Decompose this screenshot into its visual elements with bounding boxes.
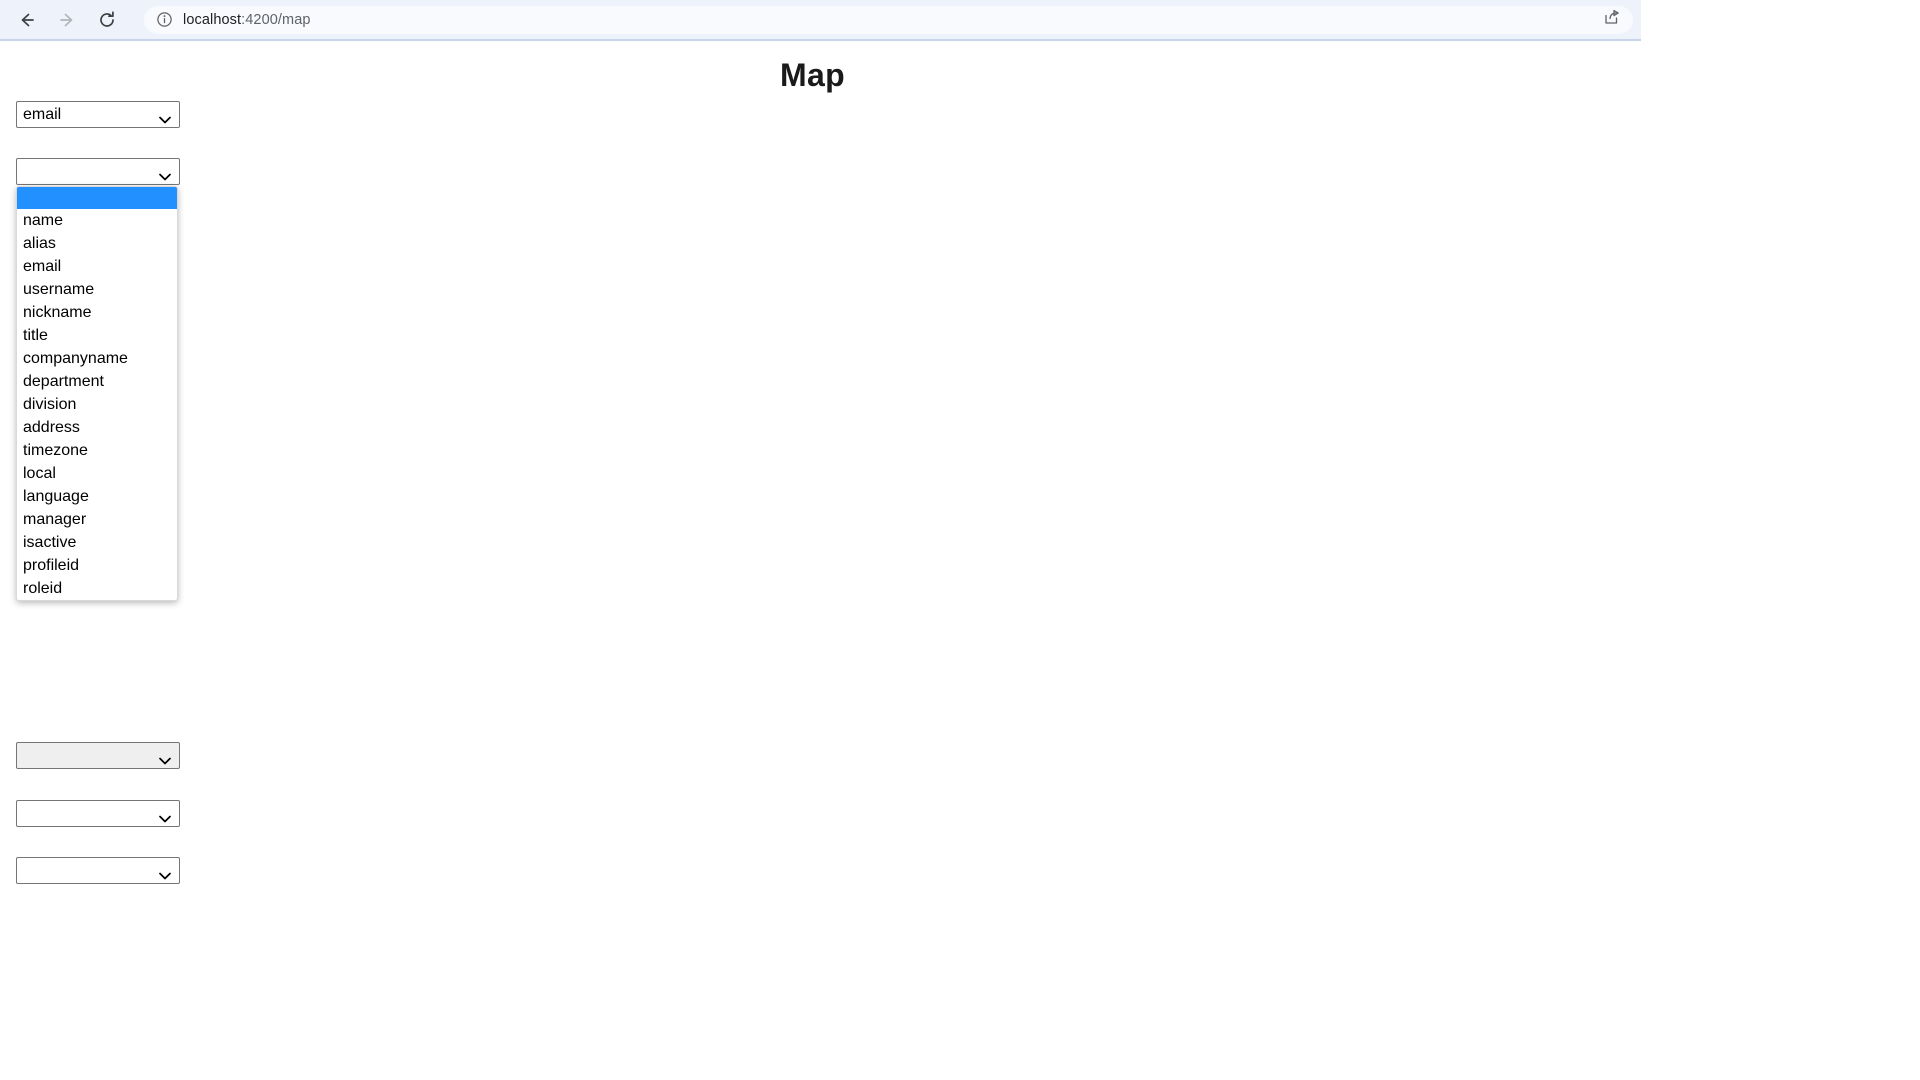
page-title: Map (780, 57, 845, 93)
browser-window: localhost:4200/map (0, 0, 1641, 41)
back-arrow-icon (17, 10, 37, 30)
select-fourth-field[interactable] (16, 800, 180, 827)
url-text: localhost:4200/map (183, 12, 1597, 28)
page-content: Map email name alias email username nickname… (0, 41, 1641, 1080)
reload-button[interactable] (90, 3, 124, 37)
dropdown-option[interactable]: name (17, 209, 177, 232)
dropdown-option[interactable]: department (17, 370, 177, 393)
dropdown-option[interactable]: email (17, 255, 177, 278)
chevron-down-icon (159, 867, 171, 879)
info-circle-icon[interactable] (156, 11, 173, 28)
select-third-field[interactable] (16, 742, 180, 769)
dropdown-option[interactable]: manager (17, 508, 177, 531)
dropdown-option[interactable]: timezone (17, 439, 177, 462)
forward-button[interactable] (50, 3, 84, 37)
forward-arrow-icon (57, 10, 77, 30)
chevron-down-icon (159, 111, 171, 123)
dropdown-option[interactable] (17, 187, 177, 209)
dropdown-option[interactable]: language (17, 485, 177, 508)
select-fifth-field[interactable] (16, 857, 180, 884)
chevron-down-icon (159, 810, 171, 822)
dropdown-option[interactable]: nickname (17, 301, 177, 324)
dropdown-option[interactable]: title (17, 324, 177, 347)
dropdown-option[interactable]: roleid (17, 577, 177, 600)
select-source-field-value: email (23, 106, 62, 123)
share-icon (1603, 8, 1621, 31)
dropdown-option[interactable]: companyname (17, 347, 177, 370)
share-button[interactable] (1597, 6, 1627, 34)
select-source-field[interactable]: email (16, 101, 180, 128)
dropdown-option[interactable]: isactive (17, 531, 177, 554)
dropdown-option[interactable]: local (17, 462, 177, 485)
dropdown-option[interactable]: division (17, 393, 177, 416)
dropdown-option[interactable]: username (17, 278, 177, 301)
select-target-field[interactable] (16, 158, 180, 185)
browser-toolbar: localhost:4200/map (0, 0, 1641, 39)
url-host: localhost (183, 11, 242, 28)
chevron-down-icon (159, 168, 171, 180)
chevron-down-icon (159, 752, 171, 764)
url-path: :4200/map (241, 11, 311, 28)
back-button[interactable] (10, 3, 44, 37)
select-options-dropdown[interactable]: name alias email username nickname title compa… (16, 186, 178, 601)
dropdown-option[interactable]: profileid (17, 554, 177, 577)
dropdown-option[interactable]: alias (17, 232, 177, 255)
reload-icon (97, 10, 117, 30)
url-bar[interactable]: localhost:4200/map (144, 5, 1633, 34)
dropdown-option[interactable]: address (17, 416, 177, 439)
